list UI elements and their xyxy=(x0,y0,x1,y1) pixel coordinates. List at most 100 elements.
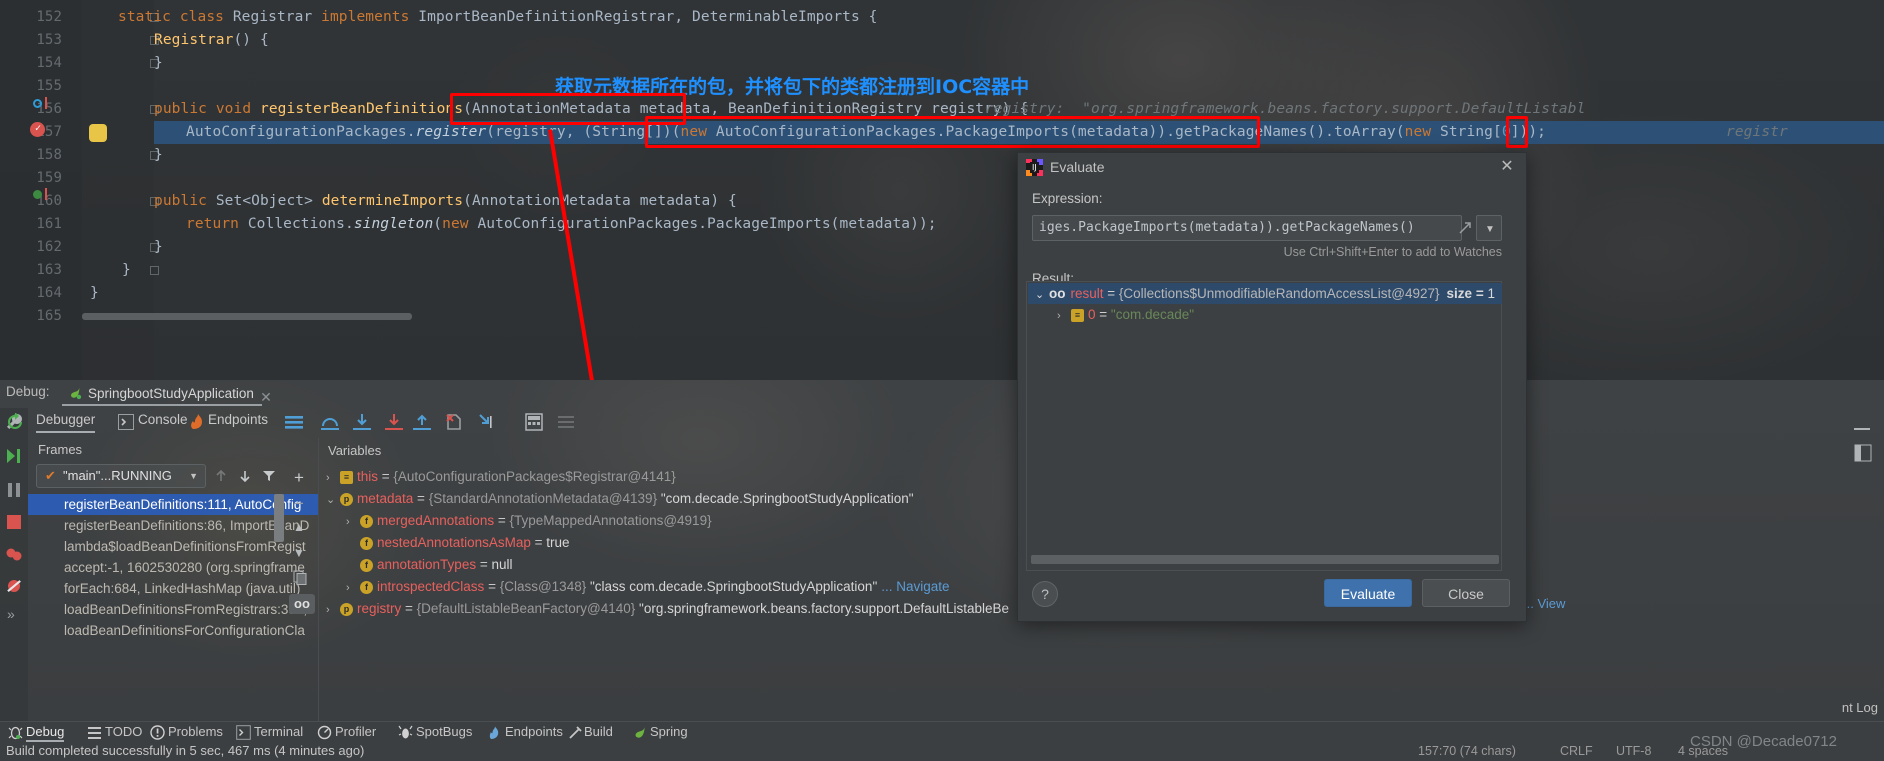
override-marker-icon-2[interactable] xyxy=(33,190,42,199)
caret-position[interactable]: 157:70 (74 chars) xyxy=(1418,744,1516,758)
result-row-item-0[interactable]: › ≡ 0 = "com.decade" xyxy=(1057,304,1194,325)
remove-watch-icon[interactable]: − xyxy=(294,494,304,514)
view-breakpoints-icon[interactable] xyxy=(4,544,24,564)
bottom-tab-debug[interactable]: Debug xyxy=(26,724,65,742)
evaluate-button[interactable]: Evaluate xyxy=(1324,579,1412,607)
hide-panel-icon[interactable] xyxy=(1854,420,1872,438)
debug-side-toolbar[interactable]: » xyxy=(0,408,28,721)
more-icon[interactable]: » xyxy=(7,606,15,622)
fold-marker[interactable] xyxy=(150,259,162,282)
chevron-right-icon[interactable]: › xyxy=(1057,306,1071,327)
run-to-cursor-icon[interactable] xyxy=(476,413,496,431)
event-log-label[interactable]: nt Log xyxy=(1842,700,1878,715)
override-arrow-icon-2 xyxy=(45,188,47,200)
chevron-right-icon[interactable]: › xyxy=(346,578,360,599)
variable-row-registry[interactable]: › p registry = {DefaultListableBeanFactory… xyxy=(326,598,1009,619)
ide-window: 152 153 154 155 156 157 158 159 160 161 … xyxy=(0,0,1884,761)
line-number: 158 xyxy=(36,147,62,163)
thread-selector[interactable]: ✔ "main"...RUNNING ▼ xyxy=(36,464,206,488)
settings-icon[interactable] xyxy=(556,413,576,431)
bottom-tab-todo[interactable]: TODO xyxy=(105,724,142,739)
debug-toolbar[interactable]: Debugger Console Endpoints xyxy=(0,408,1884,438)
chevron-right-icon[interactable]: › xyxy=(326,468,340,489)
variable-row-nestedAnnotationsAsMap[interactable]: f nestedAnnotationsAsMap = true xyxy=(360,532,570,553)
chevron-down-icon[interactable]: ⌄ xyxy=(1035,285,1049,306)
close-icon[interactable]: ✕ xyxy=(260,385,272,410)
debug-label: Debug: xyxy=(6,384,50,399)
step-into-icon[interactable] xyxy=(352,413,372,431)
close-button[interactable]: Close xyxy=(1422,579,1510,607)
rerun-icon[interactable] xyxy=(6,413,24,431)
code-editor[interactable]: 152 153 154 155 156 157 158 159 160 161 … xyxy=(0,0,1884,380)
bottom-tab-profiler[interactable]: Profiler xyxy=(335,724,376,739)
resume-icon[interactable] xyxy=(4,446,24,466)
chevron-right-icon[interactable]: › xyxy=(326,600,340,621)
variable-row-introspectedClass[interactable]: › f introspectedClass = {Class@1348} "clas… xyxy=(346,576,950,597)
bottom-tab-terminal[interactable]: Terminal xyxy=(254,724,303,739)
file-encoding[interactable]: UTF-8 xyxy=(1616,744,1651,758)
tab-debugger[interactable]: Debugger xyxy=(36,412,96,433)
field-badge-icon: f xyxy=(360,580,373,594)
editor-horizontal-scrollbar[interactable] xyxy=(82,313,412,320)
frames-up-icon[interactable] xyxy=(213,468,229,484)
expression-input[interactable]: iges.PackageImports(metadata)).getPackag… xyxy=(1032,215,1462,241)
show-execution-point-icon[interactable] xyxy=(284,413,304,431)
variable-row-this[interactable]: › ≡ this = {AutoConfigurationPackages$Regi… xyxy=(326,466,676,487)
add-watch-icon[interactable]: + xyxy=(294,468,304,488)
result-row-result[interactable]: ⌄ oo result = {Collections$UnmodifiableRan… xyxy=(1035,283,1495,304)
layout-settings-icon[interactable] xyxy=(1854,444,1872,462)
frame-row[interactable]: loadBeanDefinitionsForConfigurationCla xyxy=(28,620,318,641)
stop-icon[interactable] xyxy=(4,512,24,532)
filter-icon[interactable] xyxy=(261,468,277,484)
bottom-tab-problems[interactable]: Problems xyxy=(168,724,223,739)
force-step-into-icon[interactable] xyxy=(384,413,404,431)
copy-icon[interactable] xyxy=(293,570,308,585)
move-up-icon[interactable]: ▲ xyxy=(293,520,305,534)
variable-row-mergedAnnotations[interactable]: › f mergedAnnotations = {TypeMappedAnnotat… xyxy=(346,510,712,531)
debug-config-tab[interactable]: SpringbootStudyApplication ✕ xyxy=(62,381,272,406)
spotbugs-icon xyxy=(398,725,413,739)
line-separator[interactable]: CRLF xyxy=(1560,744,1593,758)
view-link[interactable]: ... View xyxy=(1523,596,1565,611)
frames-scrollbar[interactable] xyxy=(274,494,284,542)
field-badge-icon: f xyxy=(360,514,373,528)
expression-history-dropdown[interactable]: ▼ xyxy=(1476,215,1502,241)
bottom-tab-spotbugs[interactable]: SpotBugs xyxy=(416,724,472,739)
bottom-tab-build[interactable]: Build xyxy=(584,724,613,739)
variable-row-metadata[interactable]: ⌄ p metadata = {StandardAnnotationMetadata… xyxy=(326,488,914,509)
step-over-icon[interactable] xyxy=(320,413,340,431)
bottom-tab-endpoints[interactable]: Endpoints xyxy=(505,724,563,739)
evaluate-expression-icon[interactable] xyxy=(524,413,544,431)
step-out-icon[interactable] xyxy=(412,413,432,431)
evaluate-dialog[interactable]: IJ Evaluate ✕ Expression: iges.PackageIm… xyxy=(1017,152,1527,622)
expand-editor-icon[interactable] xyxy=(1454,215,1476,241)
tab-console[interactable]: Console xyxy=(138,412,188,427)
drop-frame-icon[interactable] xyxy=(444,413,464,431)
override-marker-icon[interactable] xyxy=(33,99,42,108)
tab-endpoints[interactable]: Endpoints xyxy=(208,412,268,427)
close-icon[interactable]: ✕ xyxy=(1498,158,1516,176)
line-number: 164 xyxy=(36,285,62,301)
watches-toggle-icon[interactable]: oo xyxy=(289,594,315,614)
frame-row[interactable]: accept:-1, 1602530280 (org.springframe xyxy=(28,557,318,578)
mute-breakpoints-icon[interactable] xyxy=(4,576,24,596)
help-button[interactable]: ? xyxy=(1032,581,1058,607)
line-number: 154 xyxy=(36,55,62,71)
move-down-icon[interactable]: ▼ xyxy=(293,546,305,560)
frame-row[interactable]: loadBeanDefinitionsFromRegistrars:395, xyxy=(28,599,318,620)
chevron-right-icon[interactable]: › xyxy=(346,512,360,533)
pause-icon[interactable] xyxy=(4,480,24,500)
navigate-link[interactable]: ... Navigate xyxy=(881,579,949,594)
intention-bulb-icon[interactable] xyxy=(89,124,107,142)
frames-down-icon[interactable] xyxy=(237,468,253,484)
terminal-icon xyxy=(236,725,251,740)
result-horizontal-scrollbar[interactable] xyxy=(1031,555,1499,564)
frame-row[interactable]: forEach:684, LinkedHashMap (java.util) xyxy=(28,578,318,599)
bottom-tab-spring[interactable]: Spring xyxy=(650,724,688,739)
bottom-tool-toolbar[interactable]: Debug TODO Problems Terminal Profiler Sp… xyxy=(0,721,1884,742)
variable-row-annotationTypes[interactable]: f annotationTypes = null xyxy=(360,554,512,575)
frames-mini-toolbar[interactable]: + − ▲ ▼ oo xyxy=(288,466,316,721)
result-tree[interactable]: ⌄ oo result = {Collections$UnmodifiableRan… xyxy=(1026,281,1502,571)
chevron-down-icon[interactable]: ⌄ xyxy=(326,490,340,511)
todo-icon xyxy=(88,727,101,739)
